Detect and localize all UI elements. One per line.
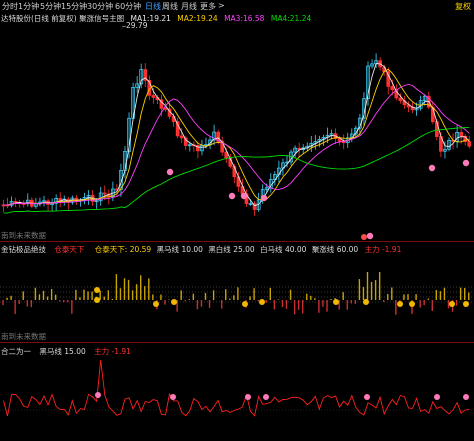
smiley-icon bbox=[397, 301, 403, 307]
smiley-icon bbox=[171, 299, 177, 305]
candle-body bbox=[151, 95, 156, 98]
ma2-line bbox=[3, 68, 470, 206]
peak-marker-line bbox=[121, 25, 127, 28]
signal-marker-icon bbox=[428, 164, 436, 172]
signal-marker-icon bbox=[260, 194, 268, 202]
osc-signal-icon bbox=[245, 394, 251, 400]
ma3-line bbox=[3, 84, 470, 206]
smiley-icon bbox=[363, 299, 369, 305]
candle-body bbox=[386, 71, 391, 87]
candle-body bbox=[179, 135, 184, 139]
osc-signal-icon bbox=[95, 392, 101, 398]
candle-body bbox=[398, 97, 403, 102]
candle-body bbox=[163, 108, 168, 110]
smiley-icon bbox=[153, 301, 159, 307]
signal-marker-icon bbox=[228, 192, 236, 200]
smiley-icon bbox=[242, 301, 248, 307]
osc-signal-icon bbox=[463, 394, 469, 400]
osc-signal-icon bbox=[434, 394, 440, 400]
signal-marker-icon bbox=[462, 159, 470, 167]
smiley-icon bbox=[463, 301, 469, 307]
osc-signal-icon bbox=[170, 394, 176, 400]
signal-marker-icon bbox=[366, 232, 374, 240]
smiley-icon bbox=[449, 301, 455, 307]
candle-body bbox=[102, 192, 107, 195]
osc-signal-icon bbox=[364, 394, 370, 400]
smiley-icon bbox=[259, 299, 265, 305]
smiley-icon bbox=[94, 297, 100, 303]
candle-body bbox=[467, 141, 472, 147]
signal-marker-icon bbox=[166, 168, 174, 176]
candle-body bbox=[13, 201, 18, 203]
osc-signal-icon bbox=[263, 394, 269, 400]
sell-marker-icon bbox=[361, 234, 367, 240]
signal-marker-icon bbox=[240, 192, 248, 200]
oscillator-line bbox=[3, 359, 470, 417]
smiley-icon bbox=[409, 301, 415, 307]
smiley-icon bbox=[94, 287, 100, 293]
stock-chart[interactable] bbox=[0, 0, 474, 441]
candle-body bbox=[459, 131, 463, 137]
candle-body bbox=[390, 86, 395, 91]
candle-body bbox=[435, 121, 439, 137]
smiley-icon bbox=[333, 299, 339, 305]
